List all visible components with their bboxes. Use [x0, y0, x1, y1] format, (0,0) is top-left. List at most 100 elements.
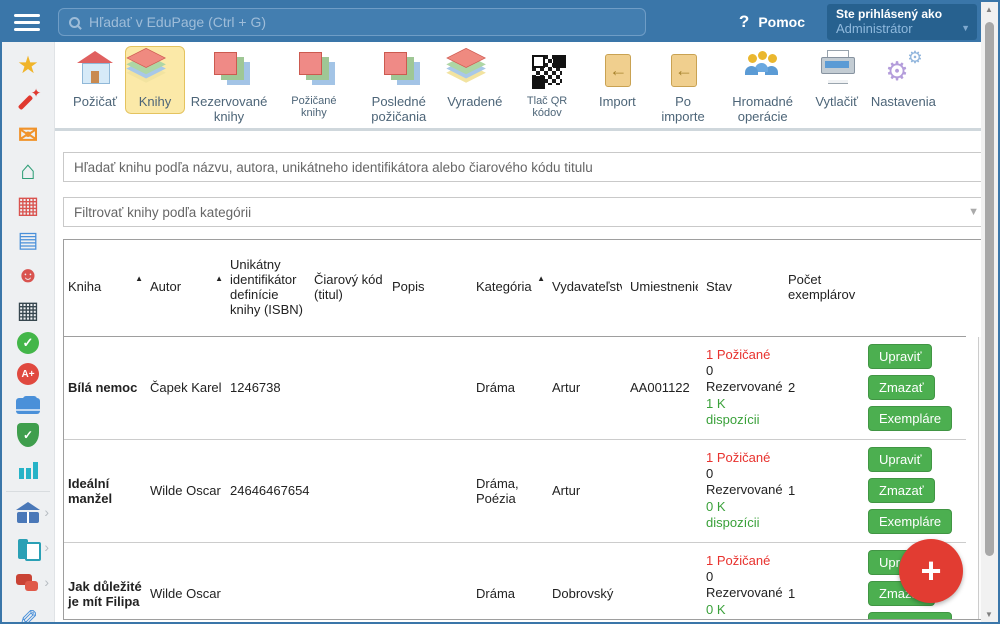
book-copy-count: 1 [784, 542, 864, 620]
sort-asc-icon[interactable]: ▲ [215, 274, 223, 283]
toolbar-item-nastavenia[interactable]: Nastavenia [867, 46, 940, 114]
book-publisher: Artur [548, 439, 626, 542]
col-umiestnenie: Umiestnenie [626, 240, 702, 336]
sidebar-item-library[interactable] [8, 501, 48, 527]
toolbar-item-po-i-a-[interactable]: Požičať [65, 46, 125, 114]
col-ciarovy-kod: Čiarový kód (titul) [310, 240, 388, 336]
help-button[interactable]: ? Pomoc [739, 12, 805, 32]
gears-icon [879, 50, 927, 90]
copies-button[interactable]: Exempláre [868, 406, 952, 431]
sidebar-item-substitution-person[interactable] [8, 262, 48, 288]
printer-icon [813, 50, 861, 90]
col-vydavatelstvo: Vydavateľstvo [548, 240, 626, 336]
col-actions [864, 240, 966, 336]
book-status: 1 Požičané 0 Rezervované 0 K dispozícii [702, 542, 784, 620]
book-status: 1 Požičané 0 Rezervované 0 K dispozícii [702, 439, 784, 542]
sort-asc-icon[interactable]: ▲ [135, 274, 143, 283]
book-isbn: 1246738 [226, 336, 310, 439]
sidebar-item-briefcase[interactable] [8, 394, 48, 414]
envelope-icon [15, 122, 41, 148]
book-search-input[interactable] [63, 152, 990, 182]
sidebar-item-magic-wand[interactable] [8, 87, 48, 113]
global-search-input[interactable]: Hľadať v EduPage (Ctrl + G) [58, 8, 646, 36]
chevron-down-icon: ▼ [968, 206, 979, 218]
book-rows: Bílá nemoc Čapek Karel 1246738 Dráma Art… [64, 336, 966, 620]
edit-button[interactable]: Upraviť [868, 447, 932, 472]
toolbar-item-posledn-po-i-ania[interactable]: Posledné požičania [355, 46, 443, 128]
star-icon [15, 52, 41, 78]
help-label: Pomoc [758, 14, 805, 30]
status-borrowed: 1 Požičané [706, 553, 770, 568]
sidebar-item-attendance-check[interactable] [8, 332, 48, 354]
sidebar-item-calendar-clock[interactable] [8, 297, 48, 323]
page-scrollbar-thumb[interactable] [985, 22, 994, 556]
book-author: Čapek Karel [146, 336, 226, 439]
stack-icon [290, 50, 338, 90]
page-scrollbar[interactable]: ▲ ▼ [981, 2, 998, 622]
book-publisher: Artur [548, 336, 626, 439]
sidebar-item-messages[interactable] [8, 571, 48, 597]
results-chart-icon [15, 456, 41, 482]
delete-button[interactable]: Zmazať [868, 375, 935, 400]
toolbar-item-vyraden-[interactable]: Vyradené [443, 46, 507, 114]
scroll-down-icon[interactable]: ▼ [985, 610, 993, 619]
chevron-down-icon: ▼ [961, 23, 970, 33]
status-available: 1 K dispozícii [706, 396, 759, 427]
toolbar-item-knihy[interactable]: Knihy [125, 46, 185, 114]
delete-button[interactable]: Zmazať [868, 478, 935, 503]
magic-wand-icon [15, 87, 41, 113]
toolbar-item-po-importe[interactable]: Po importe [647, 46, 718, 128]
sidebar-item-timetable[interactable] [8, 192, 48, 218]
sidebar-item-grades[interactable]: A+ [8, 363, 48, 385]
substitution-person-icon [15, 262, 41, 288]
toolbar-item-import[interactable]: Import [587, 46, 647, 114]
book-row: Bílá nemoc Čapek Karel 1246738 Dráma Art… [64, 336, 966, 439]
import-icon [659, 50, 707, 90]
col-pocet-exemplarov: Počet exemplárov [784, 240, 864, 336]
book-barcode [310, 542, 388, 620]
search-icon [69, 17, 80, 28]
scroll-up-icon[interactable]: ▲ [985, 5, 993, 14]
sidebar: A+ [2, 42, 55, 622]
add-book-fab[interactable]: + [899, 539, 963, 603]
book-copy-count: 1 [784, 439, 864, 542]
sidebar-item-documents[interactable] [8, 536, 48, 562]
status-reserved: 0 Rezervované [706, 569, 783, 600]
category-filter-select[interactable]: Filtrovať knihy podľa kategórii ▼ [63, 197, 990, 227]
toolbar-item-po-i-an-knihy[interactable]: Požičané knihy [273, 46, 355, 124]
col-autor: Autor▲ [146, 240, 226, 336]
copies-button[interactable]: Exempláre [868, 509, 952, 534]
logged-in-user-dropdown[interactable]: Ste prihlásený ako Administrátor ▼ [827, 4, 977, 40]
toolbar-item-tla-qr-k-dov[interactable]: Tlač QR kódov [507, 46, 588, 124]
hamburger-menu-icon[interactable] [14, 14, 40, 31]
col-kategoria: Kategória▲ [472, 240, 548, 336]
book-author: Wilde Oscar [146, 439, 226, 542]
sidebar-item-notebook[interactable] [8, 227, 48, 253]
book-status: 1 Požičané 0 Rezervované 1 K dispozícii [702, 336, 784, 439]
sidebar-item-results-chart[interactable] [8, 456, 48, 482]
book-category: Dráma, Poézia [472, 439, 548, 542]
sidebar-item-signature-pen[interactable] [8, 606, 48, 622]
sidebar-item-star[interactable] [8, 52, 48, 78]
sidebar-item-home[interactable] [8, 157, 48, 183]
sidebar-item-shield-check[interactable] [8, 423, 48, 447]
toolbar-item-hromadn-oper-cie[interactable]: Hromadné operácie [719, 46, 807, 128]
book-isbn [226, 542, 310, 620]
edupage-window: Hľadať v EduPage (Ctrl + G) ? Pomoc Ste … [0, 0, 1000, 624]
status-reserved: 0 Rezervované [706, 363, 783, 394]
status-borrowed: 1 Požičané [706, 347, 770, 362]
book-row: Jak důležité je mít Filipa Wilde Oscar D… [64, 542, 966, 620]
book-isbn: 24646467654 [226, 439, 310, 542]
sort-asc-icon[interactable]: ▲ [537, 274, 545, 283]
copies-button[interactable]: Exempláre [868, 612, 952, 620]
edit-button[interactable]: Upraviť [868, 344, 932, 369]
toolbar-item-rezervovan-knihy[interactable]: Rezervované knihy [185, 46, 273, 128]
qr-icon [532, 55, 562, 85]
logged-in-as-label: Ste prihlásený ako [836, 7, 959, 21]
table-header-row: Kniha▲ Autor▲ Unikátny identifikátor def… [64, 240, 966, 336]
sidebar-item-envelope[interactable] [8, 122, 48, 148]
toolbar-item-vytla-i-[interactable]: Vytlačiť [807, 46, 867, 114]
col-stav: Stav [702, 240, 784, 336]
stack-icon [375, 50, 423, 90]
briefcase-icon [16, 398, 40, 414]
